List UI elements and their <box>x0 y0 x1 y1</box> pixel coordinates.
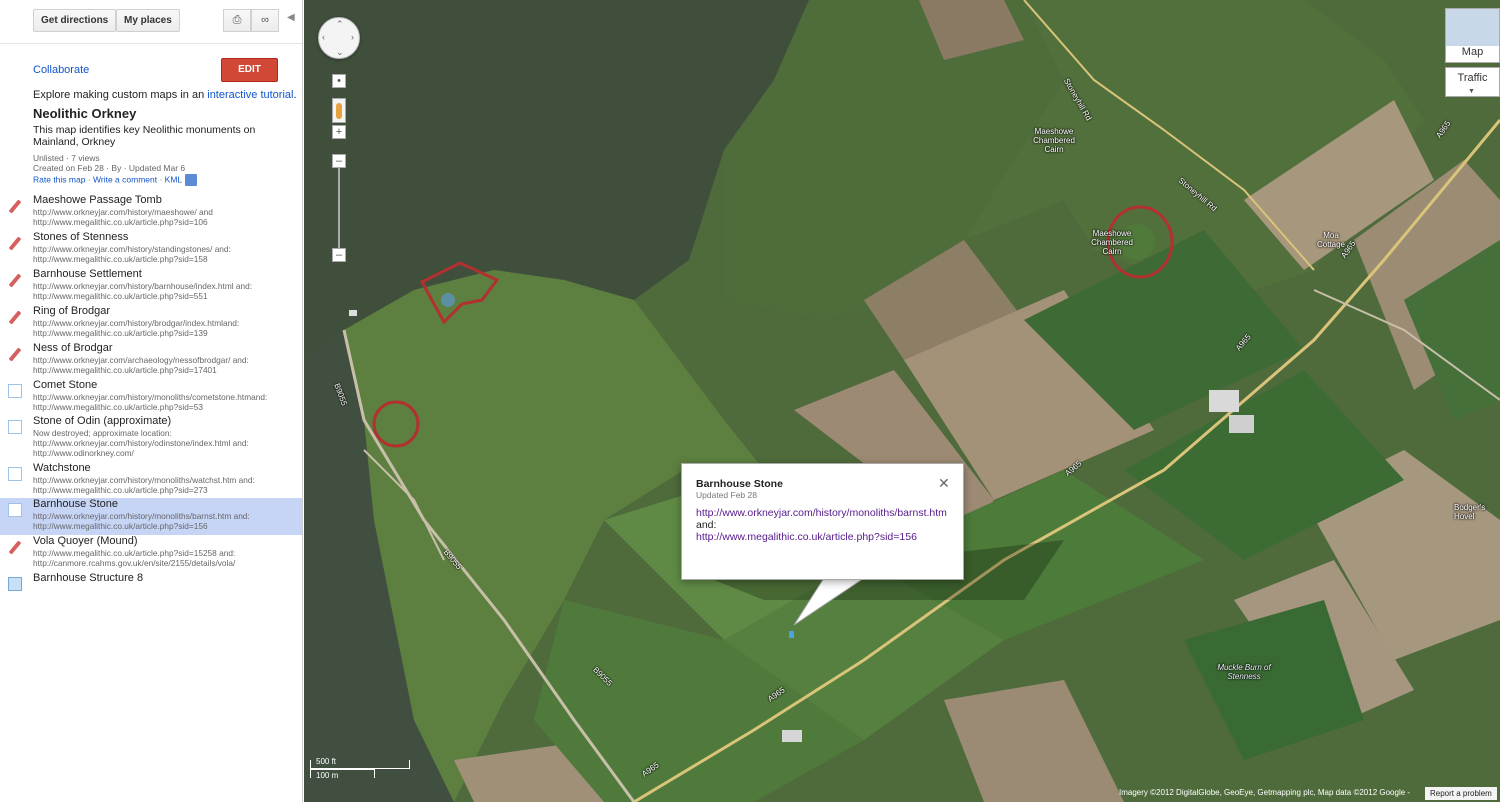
list-item-description: http://www.megalithic.co.uk/article.php?… <box>33 548 236 568</box>
list-item-name: Barnhouse Stone <box>33 498 119 510</box>
marker-box-icon <box>8 503 22 517</box>
list-item[interactable]: Watchstone http://www.orkneyjar.com/histo… <box>0 462 302 499</box>
list-item[interactable]: Barnhouse Settlement http://www.orkneyjar… <box>0 268 302 305</box>
list-item[interactable]: Stone of Odin (approximate) Now destroyed… <box>0 415 302 462</box>
popup-title: Barnhouse Stone <box>696 478 783 490</box>
list-item-name: Watchstone <box>33 462 91 474</box>
kml-link[interactable]: KML <box>165 174 182 184</box>
pencil-icon <box>8 540 22 555</box>
popup-link-orkneyjar[interactable]: http://www.orkneyjar.com/history/monolit… <box>696 507 947 519</box>
map-description: This map identifies key Neolithic monume… <box>33 124 256 148</box>
marker-box-icon <box>8 420 22 434</box>
list-item[interactable]: Barnhouse Structure 8 <box>0 572 302 592</box>
label-bodgers-hovel: Bodger's Hovel <box>1454 503 1486 521</box>
report-problem-link[interactable]: Report a problem <box>1425 787 1497 800</box>
list-item-name: Vola Quoyer (Mound) <box>33 535 138 547</box>
list-item-name: Ness of Brodgar <box>33 342 113 354</box>
list-item-description: http://www.orkneyjar.com/history/brodgar… <box>33 318 240 338</box>
list-item[interactable]: Maeshowe Passage Tomb http://www.orkneyja… <box>0 194 302 231</box>
zoom-slider-handle[interactable]: – <box>332 154 346 168</box>
collaborate-link[interactable]: Collaborate <box>33 64 89 76</box>
pencil-icon <box>8 199 22 214</box>
popup-link-megalithic[interactable]: http://www.megalithic.co.uk/article.php?… <box>696 531 917 543</box>
list-item-name: Barnhouse Structure 8 <box>33 572 144 584</box>
list-item-name: Stones of Stenness <box>33 231 129 243</box>
zoom-slider-track[interactable] <box>338 167 340 250</box>
map-created: Created on Feb 28 · By · Updated Mar 6 <box>33 163 186 173</box>
list-item-description: http://www.orkneyjar.com/history/monolit… <box>33 511 250 531</box>
list-item[interactable]: Barnhouse Stone http://www.orkneyjar.com/… <box>0 498 302 535</box>
tutorial-link[interactable]: interactive tutorial <box>207 89 293 101</box>
pan-control[interactable]: ⌃ ⌄ ‹ › <box>318 17 360 59</box>
map-type-button[interactable]: Map <box>1445 8 1500 63</box>
list-item-description: http://www.orkneyjar.com/history/monolit… <box>33 475 255 495</box>
list-item-description: http://www.orkneyjar.com/history/monolit… <box>33 392 268 412</box>
zoom-in-button[interactable]: + <box>332 125 346 139</box>
pencil-icon <box>8 236 22 251</box>
list-item[interactable]: Ness of Brodgar http://www.orkneyjar.com/… <box>0 342 302 379</box>
get-directions-button[interactable]: Get directions <box>33 9 117 32</box>
label-muckle-burn: Muckle Burn of Stenness <box>1217 663 1271 681</box>
label-moa-cottage: Moa Cottage <box>1316 231 1346 249</box>
list-item[interactable]: Stones of Stenness http://www.orkneyjar.c… <box>0 231 302 268</box>
pencil-icon <box>8 273 22 288</box>
map-views: Unlisted · 7 views <box>33 153 100 163</box>
sidebar-toolbar: Get directions My places ⎙ ∞ ◀ <box>0 0 302 44</box>
scale-bar-ft <box>310 760 410 769</box>
marker-box-icon <box>8 384 22 398</box>
label-maeshowe-top: Maeshowe Chambered Cairn <box>1033 127 1075 154</box>
list-item-description: Now destroyed; approximate location: htt… <box>33 428 249 458</box>
filled-box-icon <box>8 577 22 591</box>
list-item-name: Barnhouse Settlement <box>33 268 142 280</box>
list-item[interactable]: Vola Quoyer (Mound) http://www.megalithic… <box>0 535 302 572</box>
attribution: Imagery ©2012 DigitalGlobe, GeoEye, Getm… <box>1119 788 1411 797</box>
pencil-icon <box>8 347 22 362</box>
print-icon[interactable]: ⎙ <box>223 9 251 32</box>
list-item-name: Maeshowe Passage Tomb <box>33 194 162 206</box>
link-icon[interactable]: ∞ <box>251 9 279 32</box>
map-links: Rate this map · Write a comment · KML <box>33 174 198 186</box>
list-item-description: http://www.orkneyjar.com/history/barnhou… <box>33 281 253 301</box>
list-item-name: Ring of Brodgar <box>33 305 111 317</box>
pencil-icon <box>8 310 22 325</box>
list-item[interactable]: Comet Stone http://www.orkneyjar.com/hist… <box>0 379 302 416</box>
chevron-down-icon: ▼ <box>1468 88 1475 95</box>
popup-updated: Updated Feb 28 <box>696 490 757 500</box>
recenter-icon[interactable]: • <box>332 74 346 88</box>
scale-m-label: 100 m <box>316 771 339 780</box>
comment-link[interactable]: Write a comment <box>93 174 157 184</box>
map-thumbnail <box>1446 9 1499 46</box>
close-icon[interactable]: ✕ <box>938 475 950 492</box>
list-item-description: http://www.orkneyjar.com/archaeology/nes… <box>33 355 249 375</box>
list-item[interactable]: Ring of Brodgar http://www.orkneyjar.com/… <box>0 305 302 342</box>
popup-and-text: and: <box>696 519 717 531</box>
label-maeshowe: Maeshowe Chambered Cairn <box>1091 229 1133 256</box>
map-title: Neolithic Orkney <box>33 106 137 121</box>
zoom-out-button[interactable]: – <box>332 248 346 262</box>
satellite-imagery <box>304 0 1500 802</box>
edit-button[interactable]: EDIT <box>221 58 278 82</box>
earth-icon[interactable] <box>185 174 198 186</box>
sidebar: Get directions My places ⎙ ∞ ◀ Collabora… <box>0 0 303 802</box>
rate-link[interactable]: Rate this map <box>33 174 85 184</box>
my-places-button[interactable]: My places <box>116 9 180 32</box>
marker-box-icon <box>8 467 22 481</box>
explore-text: Explore making custom maps in an interac… <box>33 89 297 101</box>
info-window: Barnhouse Stone Updated Feb 28 http://ww… <box>681 463 964 580</box>
list-item-description: http://www.orkneyjar.com/history/maeshow… <box>33 207 213 227</box>
pegman-icon[interactable] <box>332 98 346 123</box>
list-item-name: Comet Stone <box>33 379 98 391</box>
map-canvas[interactable]: ⌃ ⌄ ‹ › • + – – Map Traffic ▼ Maeshowe Ch… <box>304 0 1500 802</box>
collapse-panel-icon[interactable]: ◀ <box>287 12 295 23</box>
list-item-name: Stone of Odin (approximate) <box>33 415 172 427</box>
list-item-description: http://www.orkneyjar.com/history/standin… <box>33 244 231 264</box>
traffic-button[interactable]: Traffic ▼ <box>1445 67 1500 97</box>
